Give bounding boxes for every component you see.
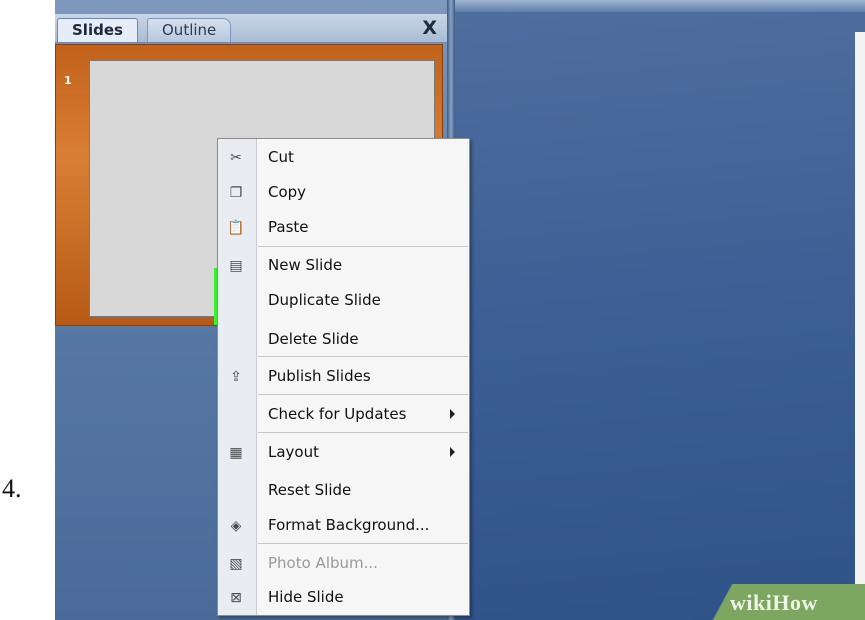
submenu-arrow-icon (450, 409, 455, 419)
menu-separator (258, 394, 468, 395)
menu-item-label: Cut (268, 148, 294, 166)
menu-separator (258, 432, 468, 433)
menu-item-label: New Slide (268, 256, 343, 274)
slide-thumbnail-number: 1 (64, 74, 72, 87)
copy-icon: ❐ (229, 185, 243, 201)
menu-item-label: Photo Album... (268, 554, 378, 572)
tab-slides[interactable]: Slides (57, 18, 138, 42)
menu-item-label: Duplicate Slide (268, 291, 381, 309)
menu-item-label: Reset Slide (268, 481, 352, 499)
menu-item-reset-slide[interactable]: Reset Slide (218, 476, 469, 506)
menu-item-label: Format Background... (268, 516, 430, 534)
watermark-logo: wikiHow (730, 590, 818, 615)
new-slide-icon: ▤ (229, 258, 243, 274)
photo-album-icon: ▧ (229, 556, 243, 572)
paste-icon: 📋 (227, 220, 245, 236)
menu-item-label: Copy (268, 183, 307, 201)
menu-item-label: Hide Slide (268, 588, 344, 606)
menu-item-check-for-updates[interactable]: Check for Updates (218, 400, 469, 430)
format-background-icon: ◈ (230, 518, 242, 534)
submenu-arrow-icon (450, 447, 455, 457)
menu-item-delete-slide[interactable]: Delete Slide (218, 325, 469, 355)
menu-item-layout[interactable]: ▦ Layout (218, 438, 469, 468)
menu-item-format-background[interactable]: ◈ Format Background... (218, 511, 469, 541)
menu-item-label: Layout (268, 443, 319, 461)
menu-item-copy[interactable]: ❐ Copy (218, 178, 469, 208)
publish-slides-icon: ⇪ (230, 369, 242, 385)
menu-item-publish-slides[interactable]: ⇪ Publish Slides (218, 362, 469, 392)
powerpoint-window: Outline Slides X 1 ✂ Cut ❐ Copy 📋 Paste … (55, 0, 865, 620)
menu-item-new-slide[interactable]: ▤ New Slide (218, 251, 469, 281)
tab-outline[interactable]: Outline (147, 18, 232, 42)
menu-item-paste[interactable]: 📋 Paste (218, 213, 469, 243)
slide-canvas[interactable] (855, 32, 865, 612)
menu-separator (258, 543, 468, 544)
menu-item-hide-slide[interactable]: ⊠ Hide Slide (218, 583, 469, 613)
context-menu: ✂ Cut ❐ Copy 📋 Paste ▤ New Slide Duplica… (217, 138, 470, 616)
step-number: 4. (2, 474, 22, 503)
menu-item-photo-album: ▧ Photo Album... (218, 549, 469, 579)
hide-slide-icon: ⊠ (230, 590, 242, 606)
menu-item-label: Publish Slides (268, 367, 371, 385)
menu-separator (258, 246, 468, 247)
menu-item-cut[interactable]: ✂ Cut (218, 143, 469, 173)
menu-item-duplicate-slide[interactable]: Duplicate Slide (218, 286, 469, 316)
menu-item-label: Check for Updates (268, 405, 407, 423)
close-panel-icon[interactable]: X (422, 17, 437, 39)
slide-editing-area (455, 0, 865, 620)
main-area-top-edge (455, 0, 865, 12)
menu-item-label: Paste (268, 218, 309, 236)
layout-icon: ▦ (229, 445, 243, 461)
panel-tab-bar: Outline Slides X (55, 14, 447, 43)
menu-item-label: Delete Slide (268, 330, 359, 348)
scissors-icon: ✂ (230, 150, 242, 166)
menu-separator (258, 356, 468, 357)
